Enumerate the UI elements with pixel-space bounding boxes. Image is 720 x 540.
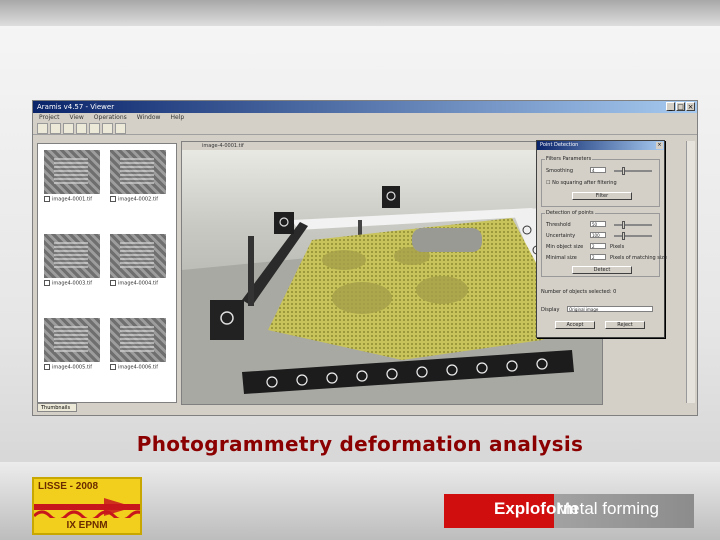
menu-window[interactable]: Window	[137, 113, 161, 122]
lisse-wave-graphic	[34, 498, 140, 518]
uncertainty-input[interactable]: 100	[590, 232, 606, 238]
detection-label: Detection of points	[545, 210, 595, 216]
thumbnail-label[interactable]: image4-0006.tif	[110, 364, 158, 371]
toolbar	[33, 122, 697, 135]
detection-group: Detection of points Threshold 50 Uncerta…	[541, 210, 667, 277]
slide-caption: Photogrammetry deformation analysis	[136, 432, 584, 456]
min-object-size-input[interactable]: 2	[590, 243, 606, 249]
thumbnail-panel: image4-0001.tif image4-0002.tif image4-0…	[37, 143, 177, 403]
thumbnail-label[interactable]: image4-0001.tif	[44, 196, 92, 203]
display-select[interactable]: Original image	[567, 306, 653, 312]
thumbnail-image[interactable]	[44, 234, 100, 278]
threshold-label: Threshold	[546, 222, 571, 228]
slider-handle[interactable]	[622, 232, 625, 240]
window-title: Aramis v4.57 - Viewer	[37, 103, 115, 111]
thumbnail-image[interactable]	[110, 234, 166, 278]
thumbnail-image[interactable]	[110, 318, 166, 362]
lisse-logo-bottom-text: IX EPNM	[66, 520, 108, 531]
point-detection-dialog: Point Detection × Filters Parameters Smo…	[536, 140, 667, 338]
no-squaring-checkbox[interactable]: ☐ No squaring after filtering	[546, 180, 617, 186]
dialog-titlebar: Point Detection ×	[537, 141, 664, 150]
filter-params-group: Filters Parameters Smoothing 4 ☐ No squa…	[541, 156, 660, 207]
slider-handle[interactable]	[622, 167, 625, 175]
min-object-size-label: Min object size	[546, 244, 584, 250]
matching-size-label: Pixels of matching size	[610, 255, 667, 261]
menu-view[interactable]: View	[70, 113, 84, 122]
exploform-logo: ((•)) Exploform Metal forming	[444, 492, 694, 528]
minimal-size-input[interactable]: 2	[590, 254, 606, 260]
dialog-title: Point Detection	[540, 142, 579, 148]
uncertainty-label: Uncertainty	[546, 233, 576, 239]
thumbnail-label[interactable]: image4-0003.tif	[44, 280, 92, 287]
menu-operations[interactable]: Operations	[94, 113, 127, 122]
thumbnail-label[interactable]: image4-0004.tif	[110, 280, 158, 287]
new-file-icon[interactable]	[37, 122, 48, 134]
close-icon[interactable]: ×	[686, 102, 695, 111]
menubar: Project View Operations Window Help	[33, 113, 697, 122]
pixels-label: Pixels	[610, 244, 625, 250]
cut-icon[interactable]	[89, 122, 100, 134]
smoothing-label: Smoothing	[546, 168, 574, 174]
thumbnail-image[interactable]	[110, 150, 166, 194]
threshold-slider[interactable]	[614, 221, 652, 229]
thumbnail-image[interactable]	[44, 150, 100, 194]
minimize-icon[interactable]: _	[666, 102, 675, 111]
menu-project[interactable]: Project	[39, 113, 60, 122]
help-icon[interactable]	[76, 122, 87, 134]
filter-params-label: Filters Parameters	[545, 156, 593, 162]
accept-button[interactable]: Accept	[555, 321, 595, 329]
copy-icon[interactable]	[102, 122, 113, 134]
thumbnail-image[interactable]	[44, 318, 100, 362]
thumbnail-label[interactable]: image4-0002.tif	[110, 196, 158, 203]
reject-button[interactable]: Reject	[605, 321, 645, 329]
slider-handle[interactable]	[622, 221, 625, 229]
maximize-icon[interactable]: □	[676, 102, 685, 111]
main-scrollbar[interactable]	[686, 141, 695, 403]
lisse-logo-top-text: LISSE - 2008	[38, 481, 99, 492]
smoothing-input[interactable]: 4	[590, 167, 606, 173]
open-folder-icon[interactable]	[50, 122, 61, 134]
dialog-close-icon[interactable]: ×	[656, 142, 663, 149]
menu-help[interactable]: Help	[170, 113, 184, 122]
detect-button[interactable]: Detect	[572, 266, 632, 274]
paste-icon[interactable]	[115, 122, 126, 134]
thumbnails-tab[interactable]: Thumbnails	[37, 403, 77, 412]
lisse-logo: LISSE - 2008 IX EPNM	[32, 477, 142, 535]
thumbnail-label[interactable]: image4-0005.tif	[44, 364, 92, 371]
no-squaring-label: No squaring after filtering	[552, 180, 617, 186]
minimal-size-label: Minimal size	[546, 255, 577, 261]
save-icon[interactable]	[63, 122, 74, 134]
smoothing-slider[interactable]	[614, 167, 652, 175]
uncertainty-slider[interactable]	[614, 232, 652, 240]
display-label: Display	[541, 307, 560, 313]
threshold-input[interactable]: 50	[590, 221, 606, 227]
exploform-regular-text: Metal forming	[556, 499, 659, 518]
objects-selected-text: Number of objects selected: 0	[541, 289, 617, 295]
filter-button[interactable]: Filter	[572, 192, 632, 200]
window-titlebar: Aramis v4.57 - Viewer _ □ ×	[33, 101, 697, 113]
header-band	[0, 0, 720, 26]
